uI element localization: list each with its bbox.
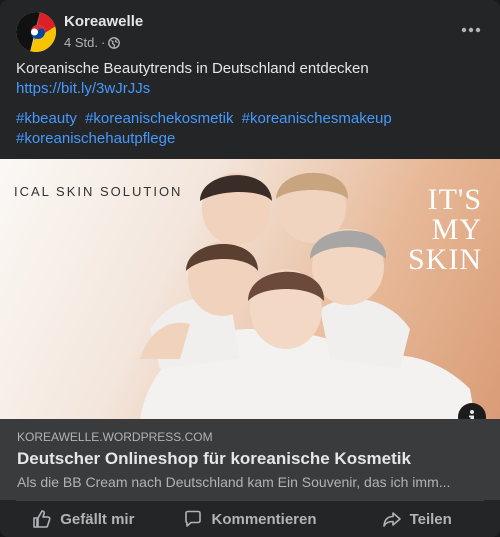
link-preview-description: Als die BB Cream nach Deutschland kam Ei… bbox=[17, 474, 451, 490]
hashtag-list: #kbeauty #koreanischekosmetik #koreanisc… bbox=[16, 109, 476, 149]
hashtag-link[interactable]: #koreanischekosmetik bbox=[85, 110, 233, 127]
globe-icon[interactable] bbox=[108, 36, 121, 49]
link-preview-title[interactable]: Deutscher Onlineshop für koreanische Kos… bbox=[17, 449, 411, 469]
comment-button[interactable]: Kommentieren bbox=[167, 501, 334, 537]
comment-label: Kommentieren bbox=[211, 510, 317, 528]
link-preview-domain: KOREAWELLE.WORDPRESS.COM bbox=[17, 430, 213, 444]
post-header: Koreawelle 4 Std. · bbox=[16, 12, 484, 52]
page-avatar[interactable] bbox=[16, 12, 56, 52]
link-preview[interactable]: KOREAWELLE.WORDPRESS.COM Deutscher Onlin… bbox=[0, 419, 500, 500]
more-options-button[interactable] bbox=[458, 20, 484, 40]
comment-icon bbox=[185, 510, 202, 527]
more-options-icon bbox=[461, 27, 481, 33]
share-button[interactable]: Teilen bbox=[333, 501, 500, 537]
thumbs-up-icon bbox=[33, 510, 51, 528]
post-card: Koreawelle 4 Std. · Koreanische Beautytr… bbox=[0, 0, 500, 537]
hashtag-link[interactable]: #koreanischesmakeup bbox=[242, 110, 392, 127]
post-timestamp[interactable]: 4 Std. bbox=[64, 35, 98, 50]
like-button[interactable]: Gefällt mir bbox=[0, 501, 167, 537]
meta-separator: · bbox=[100, 35, 106, 50]
hashtag-link[interactable]: #koreanischehautpflege bbox=[16, 130, 175, 147]
post-message: Koreanische Beautytrends in Deutschland … bbox=[16, 59, 476, 99]
share-label: Teilen bbox=[409, 510, 452, 528]
message-link[interactable]: https://bit.ly/3wJrJJs bbox=[16, 80, 150, 97]
like-label: Gefällt mir bbox=[60, 510, 135, 528]
share-icon bbox=[382, 512, 401, 527]
post-image[interactable]: ICAL SKIN SOLUTION IT'S MY SKIN bbox=[0, 159, 500, 419]
post-meta: 4 Std. · bbox=[64, 35, 121, 50]
page-name[interactable]: Koreawelle bbox=[64, 13, 143, 30]
image-people-illustration bbox=[140, 171, 475, 419]
post-actions-bar: Gefällt mir Kommentieren Teilen bbox=[0, 501, 500, 537]
avatar-flag-icon bbox=[16, 12, 56, 52]
info-icon bbox=[469, 410, 474, 419]
hashtag-link[interactable]: #kbeauty bbox=[16, 110, 77, 127]
message-text: Koreanische Beautytrends in Deutschland … bbox=[16, 60, 369, 77]
